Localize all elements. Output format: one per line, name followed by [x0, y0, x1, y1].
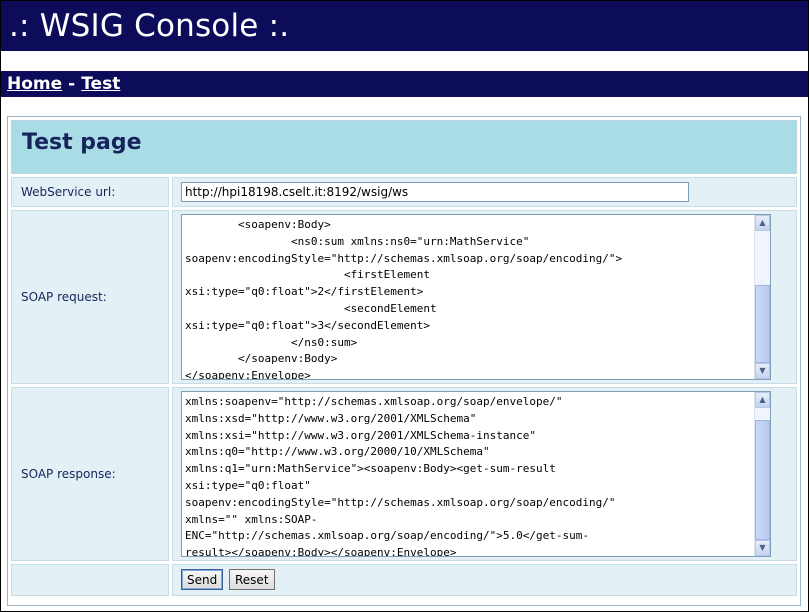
request-row: SOAP request: <soapenv:Body> <ns0:sum xm… [11, 210, 797, 384]
url-cell [172, 177, 797, 207]
app-header: .: WSIG Console :. [1, 1, 808, 51]
nav-test-link[interactable]: Test [81, 74, 120, 94]
reset-button[interactable]: Reset [229, 569, 275, 590]
request-cell: <soapenv:Body> <ns0:sum xmlns:ns0="urn:M… [172, 210, 797, 384]
breadcrumb-separator: - [68, 74, 76, 94]
page-title: Test page [22, 130, 142, 155]
soap-response-text: xmlns:soapenv="http://schemas.xmlsoap.or… [185, 395, 616, 557]
send-button[interactable]: Send [181, 569, 224, 590]
browser-page: .: WSIG Console :. Home - Test Test page… [0, 0, 809, 612]
breadcrumb: Home - Test [1, 71, 808, 97]
webservice-url-input[interactable] [181, 182, 689, 202]
down-arrow-icon[interactable]: ▼ [755, 363, 770, 379]
up-arrow-icon[interactable]: ▲ [755, 392, 770, 408]
actions-label-cell [11, 564, 169, 596]
app-title: .: WSIG Console :. [9, 8, 290, 44]
page-heading-bar: Test page [11, 120, 797, 174]
soap-response-label: SOAP response: [11, 387, 169, 561]
url-row: WebService url: [11, 177, 797, 207]
test-panel: Test page WebService url: SOAP request: … [7, 116, 801, 606]
down-arrow-icon[interactable]: ▼ [755, 540, 770, 556]
response-row: SOAP response: xmlns:soapenv="http://sch… [11, 387, 797, 561]
url-label: WebService url: [11, 177, 169, 207]
request-scroll-thumb[interactable] [755, 285, 770, 363]
actions-cell: Send Reset [172, 564, 797, 596]
soap-request-label: SOAP request: [11, 210, 169, 384]
response-scroll-thumb[interactable] [755, 420, 770, 540]
request-scrollbar[interactable]: ▲ ▼ [754, 215, 770, 379]
response-scrollbar[interactable]: ▲ ▼ [754, 392, 770, 556]
response-cell: xmlns:soapenv="http://schemas.xmlsoap.or… [172, 387, 797, 561]
nav-home-link[interactable]: Home [7, 74, 62, 94]
soap-request-text: <soapenv:Body> <ns0:sum xmlns:ns0="urn:M… [185, 218, 623, 380]
soap-request-textarea[interactable]: <soapenv:Body> <ns0:sum xmlns:ns0="urn:M… [181, 214, 771, 380]
actions-row: Send Reset [11, 564, 797, 596]
up-arrow-icon[interactable]: ▲ [755, 215, 770, 231]
soap-response-textarea[interactable]: xmlns:soapenv="http://schemas.xmlsoap.or… [181, 391, 771, 557]
